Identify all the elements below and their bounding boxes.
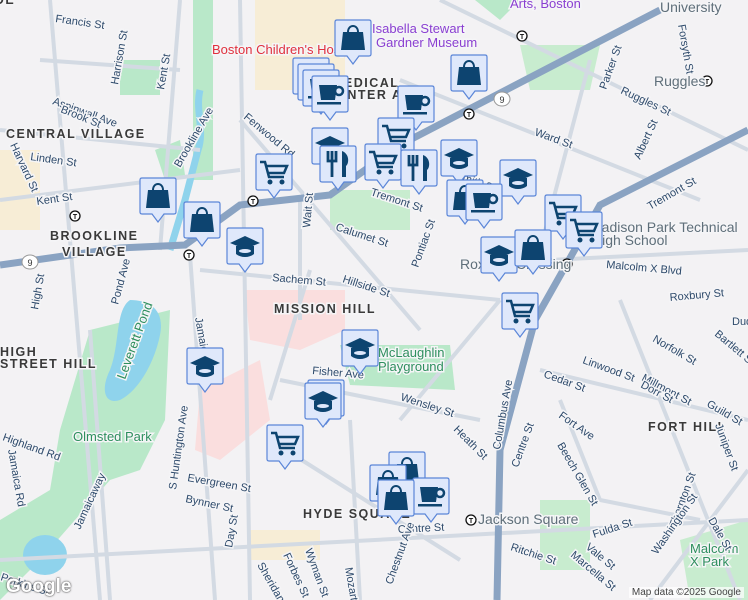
svg-text:T: T — [469, 518, 474, 525]
marker-fork[interactable] — [400, 149, 438, 195]
street-label: Pontiac St — [410, 218, 438, 269]
area-label: CENTRAL VILLAGE — [6, 127, 146, 141]
marker-grad[interactable] — [226, 227, 264, 273]
svg-text:9: 9 — [27, 258, 32, 268]
street-label: Juniper St — [712, 422, 740, 473]
street-label: Kent St — [155, 53, 173, 91]
marker-grad[interactable] — [304, 382, 342, 428]
poi-label: High School — [592, 232, 668, 248]
street-label: Malcolm X Blvd — [606, 259, 683, 278]
map-attribution[interactable]: Map data ©2025 Google — [628, 587, 744, 598]
poi-label: Isabella Stewart — [372, 21, 465, 36]
street-label: Hillside St — [341, 273, 391, 300]
marker-grad[interactable] — [499, 159, 537, 205]
marker-coffee[interactable] — [465, 183, 503, 229]
svg-text:T: T — [520, 34, 525, 41]
street-label: Roxbury St — [669, 287, 724, 304]
area-label: BROOKLINE — [50, 229, 139, 243]
area-label: SIDE — [0, 0, 15, 7]
street-label: Day St — [223, 514, 241, 549]
street-label: Forsyth St — [675, 23, 696, 74]
street-label: Centre St — [510, 421, 537, 469]
street-label: Dudley St — [732, 316, 748, 328]
svg-text:9: 9 — [499, 95, 504, 105]
poi-label: University — [660, 0, 721, 15]
poi-label: Gardner Museum — [376, 35, 477, 50]
street-label: Beech Glen St — [554, 441, 600, 508]
street-label: Pond Ave — [109, 257, 133, 305]
street-label: Bartlett St — [712, 328, 748, 368]
street-label: Heath St — [451, 424, 490, 463]
street-label: Ward St — [533, 127, 574, 152]
svg-text:T: T — [251, 199, 256, 206]
park-label: Playground — [378, 359, 444, 374]
marker-cart[interactable] — [255, 153, 293, 199]
street-label: Ruggles St — [619, 85, 673, 119]
transit-stations: TTTTTTTT — [69, 30, 713, 526]
street-label: Francis St — [55, 13, 106, 32]
street-label: Jamaica Rd — [5, 448, 27, 507]
marker-bag[interactable] — [139, 177, 177, 223]
marker-cart[interactable] — [364, 143, 402, 189]
area-label: STREET HILL — [0, 357, 97, 371]
park-label: X Park — [690, 554, 730, 569]
park-label: McLaughlin — [378, 345, 445, 360]
svg-text:T: T — [73, 214, 78, 221]
map-canvas[interactable]: 9 9 TTTTTTTT CENTRAL VILLAGEBROOKLINEVIL… — [0, 0, 748, 600]
street-label: Albert St — [632, 118, 661, 161]
street-label: High St — [29, 273, 47, 311]
marker-coffee[interactable] — [412, 477, 450, 523]
marker-cart[interactable] — [266, 424, 304, 470]
poi-label: Jackson Square — [478, 511, 579, 527]
park-label: Olmsted Park — [73, 429, 152, 444]
street-label: Fulda St — [591, 517, 634, 541]
street-label: Evergreen St — [186, 472, 251, 495]
area-label: VILLAGE — [62, 245, 127, 259]
marker-grad[interactable] — [480, 236, 518, 282]
poi-label: Ruggles — [654, 73, 705, 89]
area-label: MISSION HILL — [274, 302, 376, 316]
svg-text:T: T — [187, 253, 192, 260]
street-label: Cedar St — [542, 369, 587, 395]
street-label: Sachem St — [272, 272, 327, 289]
street-label: Wait St — [301, 192, 316, 228]
google-logo: Google — [6, 576, 72, 597]
poi-label: Arts, Boston — [510, 0, 581, 11]
marker-coffee[interactable] — [311, 75, 349, 121]
marker-bag[interactable] — [450, 54, 488, 100]
street-label: Parker St — [598, 44, 625, 91]
svg-text:T: T — [467, 112, 472, 119]
street-label: Norfolk St — [651, 333, 699, 368]
svg-text:T: T — [705, 79, 710, 86]
